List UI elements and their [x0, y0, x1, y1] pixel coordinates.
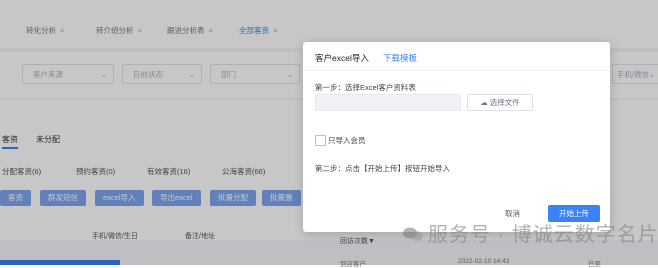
- import-member-label[interactable]: 只导入会员: [328, 135, 366, 146]
- import-member-checkbox[interactable]: [315, 135, 326, 146]
- wechat-icon: [403, 227, 423, 241]
- upload-icon: ☁: [480, 98, 488, 107]
- excel-import-dialog: 客户excel导入 下载模板 第一步：选择Excel客户资料表 ☁ 选择文件 只…: [303, 42, 610, 232]
- choose-file-button[interactable]: ☁ 选择文件: [467, 94, 533, 111]
- watermark: 服务号 · 博诚云数字名片: [428, 224, 658, 246]
- dialog-title: 客户excel导入: [315, 53, 369, 63]
- file-path-field[interactable]: [315, 94, 461, 111]
- divider: [303, 70, 610, 71]
- choose-file-label: 选择文件: [489, 98, 520, 107]
- step1-instruction: 第一步：选择Excel客户资料表: [315, 83, 416, 92]
- step2-instruction: 第二步：点击【开始上传】按钮开始导入: [315, 164, 450, 173]
- download-template-link[interactable]: 下载模板: [383, 52, 417, 64]
